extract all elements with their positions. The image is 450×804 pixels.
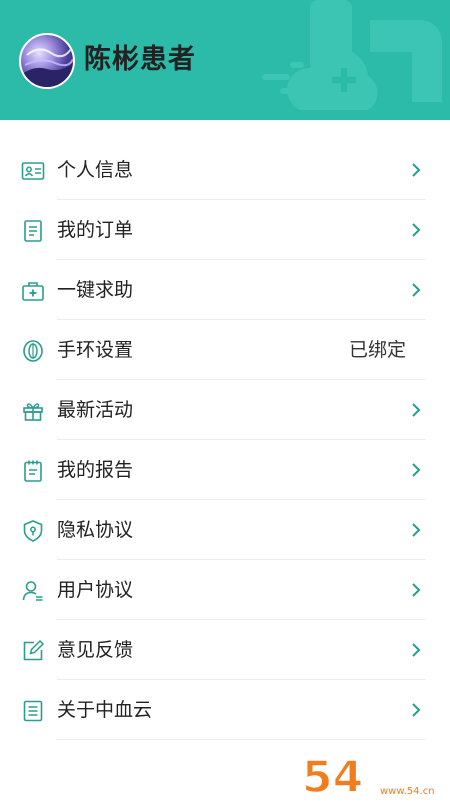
chevron-right-icon — [412, 403, 421, 417]
avatar[interactable] — [19, 33, 75, 89]
medical-kit-icon — [22, 282, 44, 301]
menu-item-label: 最新活动 — [57, 399, 134, 421]
menu-item-label: 我的订单 — [57, 219, 134, 241]
document-icon — [24, 220, 42, 242]
chevron-right-icon — [412, 583, 421, 597]
chevron-right-icon — [412, 223, 421, 237]
menu-item-orders[interactable]: 我的订单 — [0, 200, 450, 260]
info-doc-icon — [23, 700, 43, 722]
menu-item-profile[interactable]: 个人信息 — [0, 140, 450, 200]
profile-header: 陈彬患者 — [0, 0, 450, 120]
menu-item-label: 隐私协议 — [57, 519, 134, 541]
watermark-title: 手游网 — [380, 761, 434, 783]
gift-icon — [23, 403, 43, 421]
watermark-domain: www.54.cn — [380, 786, 435, 797]
chevron-right-icon — [412, 283, 421, 297]
menu-item-label: 用户协议 — [57, 579, 134, 601]
menu-item-label: 手环设置 — [57, 339, 134, 361]
menu-item-label: 我的报告 — [57, 459, 134, 481]
menu-item-privacy[interactable]: 隐私协议 — [0, 500, 450, 560]
chevron-right-icon — [412, 523, 421, 537]
divider — [57, 739, 426, 740]
menu-item-label: 一键求助 — [57, 279, 134, 301]
shield-lock-icon — [23, 520, 43, 542]
menu-item-about[interactable]: 关于中血云 — [0, 680, 450, 740]
watermark-number: 54 — [302, 752, 363, 800]
username: 陈彬患者 — [84, 44, 196, 75]
menu-item-label: 意见反馈 — [57, 639, 134, 661]
menu-item-events[interactable]: 最新活动 — [0, 380, 450, 440]
menu-item-label: 关于中血云 — [57, 699, 153, 721]
menu-item-sos[interactable]: 一键求助 — [0, 260, 450, 320]
chevron-right-icon — [412, 463, 421, 477]
menu-item-reports[interactable]: 我的报告 — [0, 440, 450, 500]
wristband-icon — [23, 340, 43, 362]
chevron-right-icon — [412, 643, 421, 657]
menu-item-wristband[interactable]: 手环设置 已绑定 — [0, 320, 450, 380]
chevron-right-icon — [412, 703, 421, 717]
edit-icon — [23, 639, 45, 661]
menu-item-user-agreement[interactable]: 用户协议 — [0, 560, 450, 620]
clipboard-icon — [24, 460, 42, 482]
id-card-icon — [21, 162, 45, 180]
user-icon — [22, 581, 43, 601]
menu-item-feedback[interactable]: 意见反馈 — [0, 620, 450, 680]
watermark-logo: 54 手游网 www.54.cn — [301, 751, 435, 804]
site-watermark: 54 手游网 www.54.cn — [300, 748, 450, 804]
avatar-image — [21, 48, 73, 87]
wristband-status: 已绑定 — [348, 339, 406, 361]
settings-menu: 个人信息 我的订单 一键求助 手环设置 已绑定 最新活动 我的报告 隐私协议 用… — [0, 120, 450, 800]
menu-item-label: 个人信息 — [57, 159, 134, 181]
chevron-right-icon — [412, 163, 421, 177]
